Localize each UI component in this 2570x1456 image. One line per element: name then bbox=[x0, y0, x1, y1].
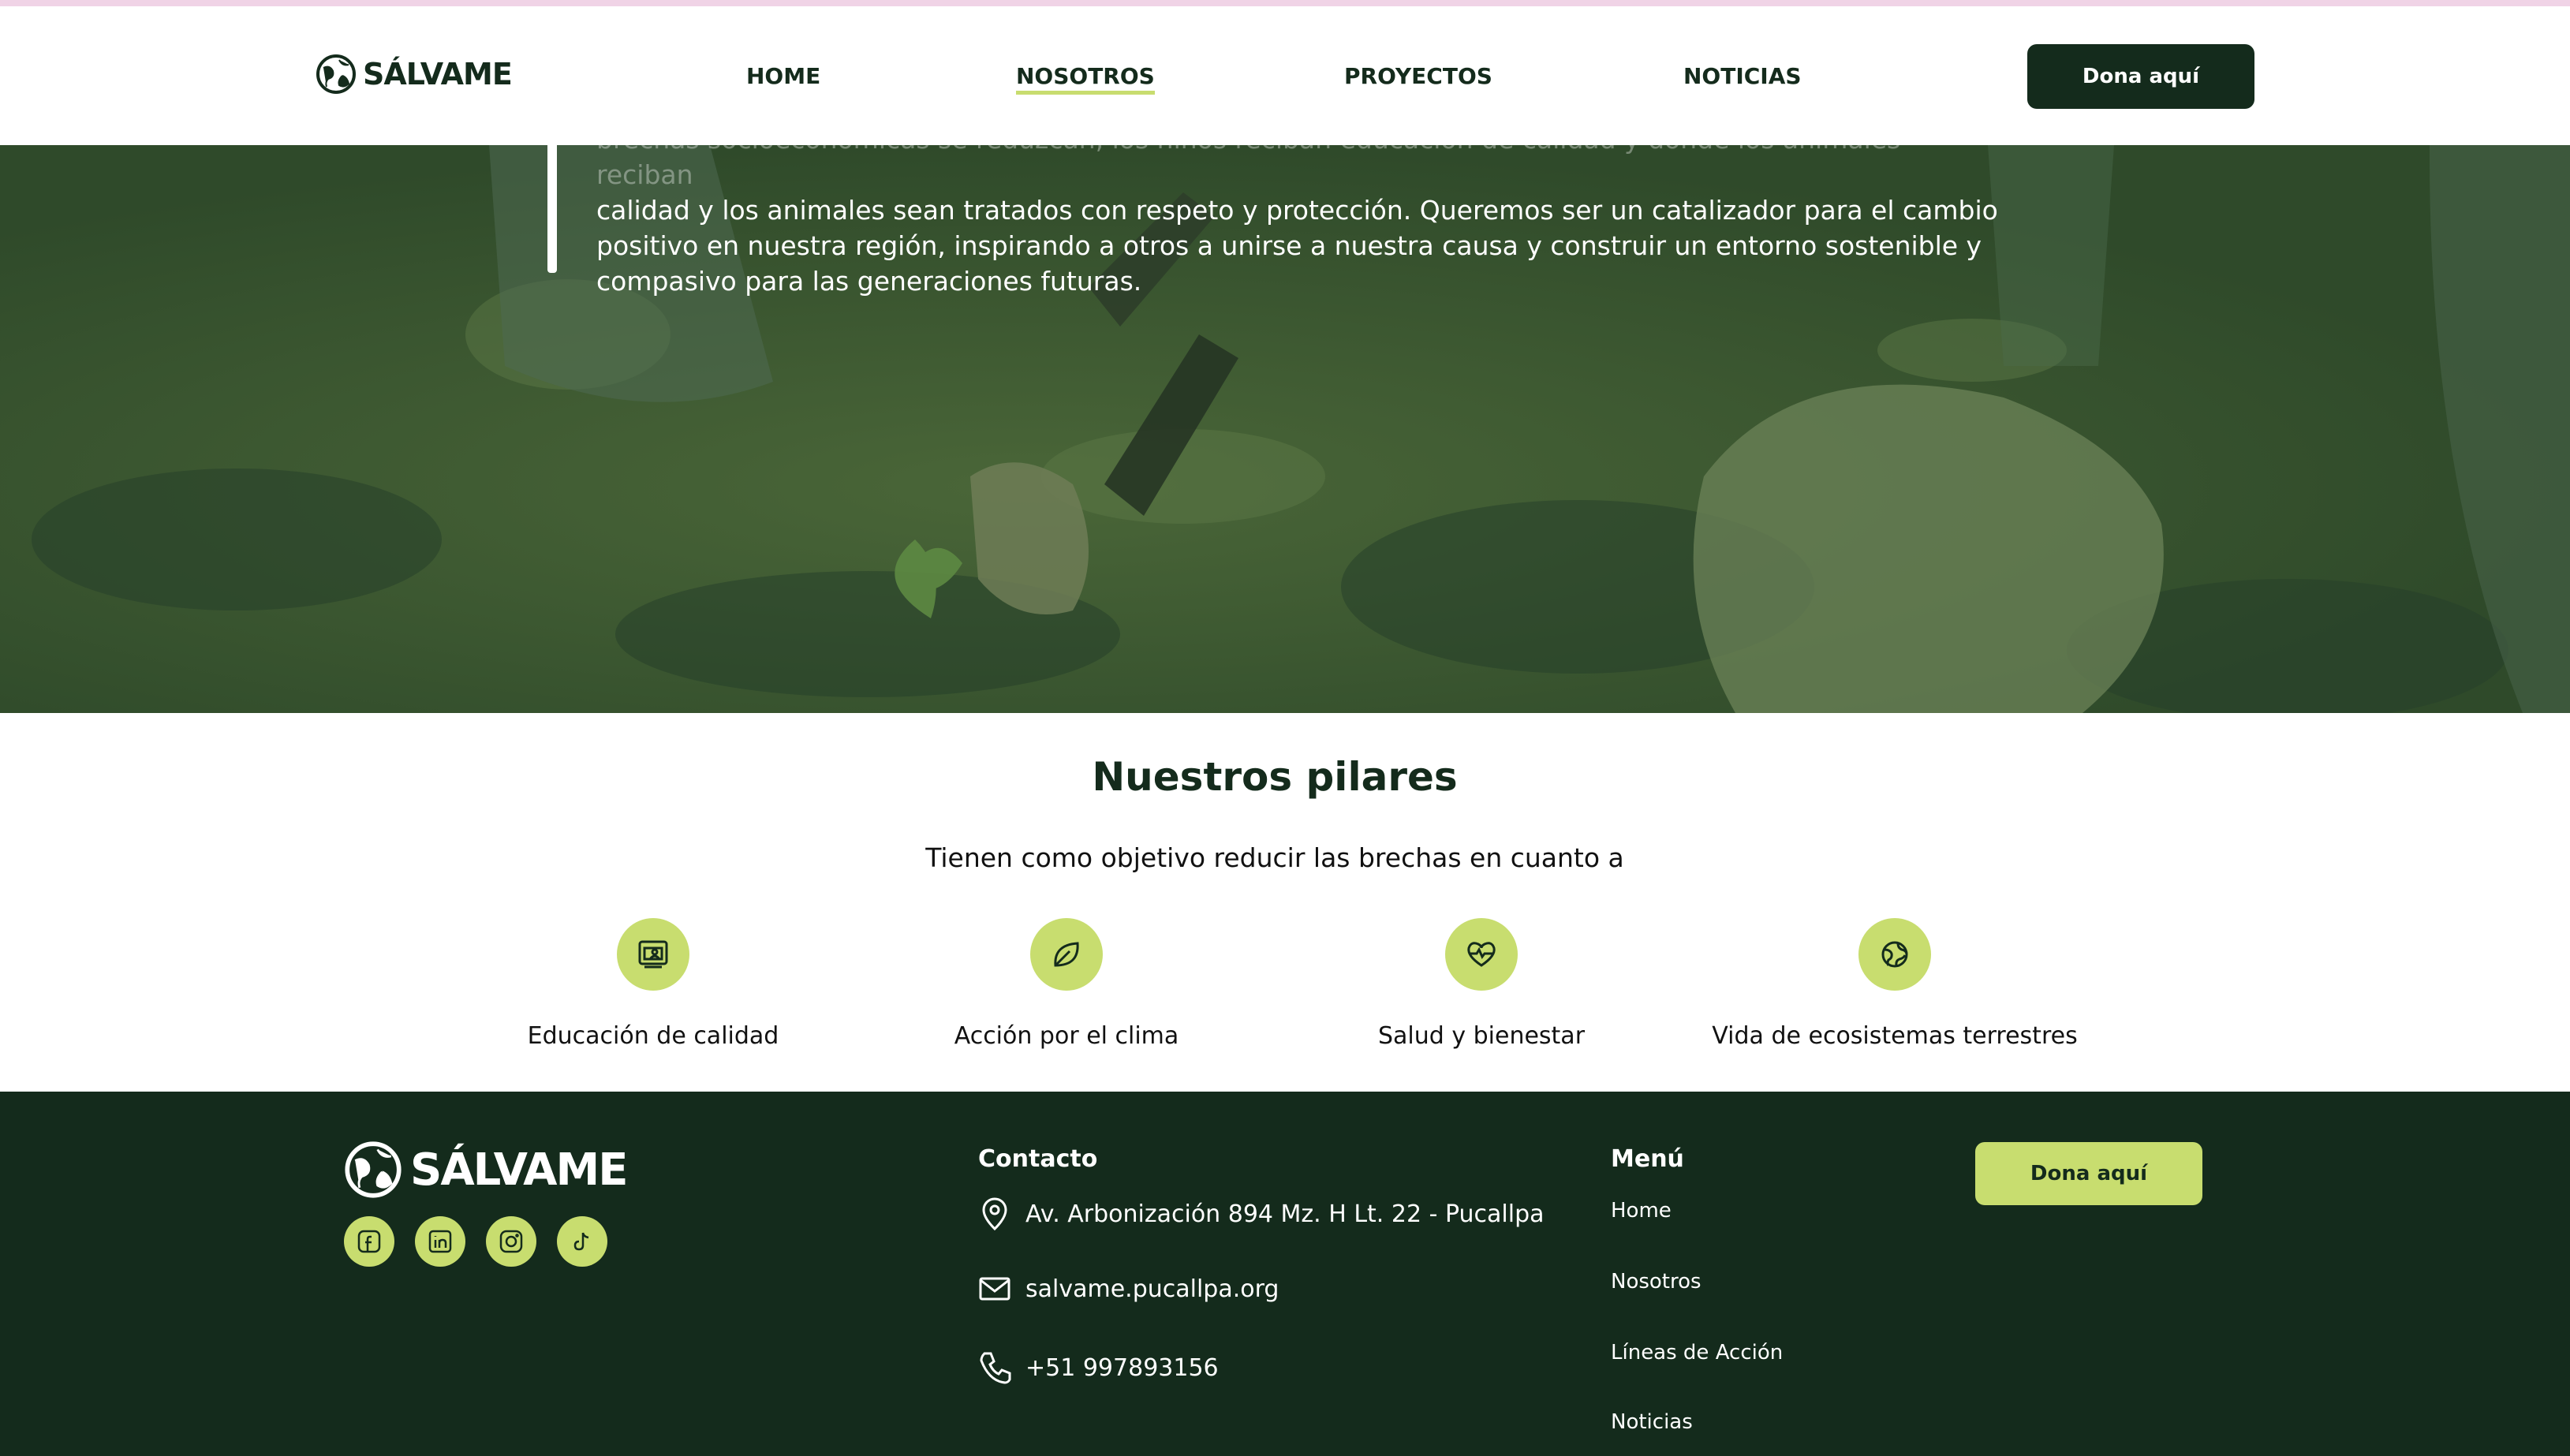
hero-section: brechas socioeconómicas se reduzcan, los… bbox=[0, 145, 2570, 713]
facebook-icon[interactable] bbox=[344, 1216, 394, 1267]
donate-button[interactable]: Dona aquí bbox=[2027, 44, 2254, 109]
pillar-education: Educación de calidad bbox=[456, 918, 850, 1050]
pillar-climate: Acción por el clima bbox=[869, 918, 1264, 1050]
contact-address: Av. Arbonización 894 Mz. H Lt. 22 - Puca… bbox=[978, 1196, 1545, 1232]
site-footer: SÁLVAME Contacto Av. Arbonización 894 Mz… bbox=[0, 1092, 2570, 1456]
nav-proyectos[interactable]: PROYECTOS bbox=[1344, 63, 1492, 89]
pillar-label: Acción por el clima bbox=[954, 1022, 1179, 1050]
tiktok-icon[interactable] bbox=[557, 1216, 607, 1267]
globe-logo-icon bbox=[345, 1141, 402, 1198]
nav-nosotros[interactable]: NOSOTROS bbox=[1016, 63, 1155, 95]
menu-heading: Menú bbox=[1611, 1145, 1684, 1173]
heart-pulse-icon bbox=[1445, 918, 1518, 991]
pillar-label: Vida de ecosistemas terrestres bbox=[1712, 1022, 2078, 1050]
pillars-subtitle: Tienen como objetivo reducir las brechas… bbox=[925, 842, 1624, 873]
site-header: SÁLVAME HOME NOSOTROS PROYECTOS NOTICIAS… bbox=[0, 6, 2570, 145]
footer-menu-home[interactable]: Home bbox=[1611, 1199, 1672, 1223]
email-text: salvame.pucallpa.org bbox=[1025, 1275, 1279, 1303]
quote-bar bbox=[547, 145, 557, 273]
pillars-title: Nuestros pilares bbox=[1092, 754, 1458, 800]
pillar-label: Salud y bienestar bbox=[1377, 1022, 1586, 1050]
location-pin-icon bbox=[982, 1197, 1007, 1231]
hero-text-visible: calidad y los animales sean tratados con… bbox=[596, 195, 1998, 297]
globe-icon bbox=[1858, 918, 1931, 991]
address-text: Av. Arbonización 894 Mz. H Lt. 22 - Puca… bbox=[1025, 1200, 1545, 1228]
phone-text: +51 997893156 bbox=[1025, 1353, 1219, 1382]
linkedin-icon[interactable] bbox=[415, 1216, 465, 1267]
social-links bbox=[344, 1216, 607, 1267]
footer-brand-name: SÁLVAME bbox=[410, 1144, 629, 1196]
education-icon bbox=[617, 918, 689, 991]
contact-email[interactable]: salvame.pucallpa.org bbox=[978, 1275, 1279, 1303]
hero-text-faded: brechas socioeconómicas se reduzcan, los… bbox=[596, 145, 1900, 190]
footer-menu-lineas-de-accion[interactable]: Líneas de Acción bbox=[1611, 1341, 1783, 1365]
leaf-icon bbox=[1030, 918, 1103, 991]
hero-paragraph: brechas socioeconómicas se reduzcan, los… bbox=[596, 145, 2000, 299]
mail-icon bbox=[979, 1277, 1010, 1301]
top-accent-line bbox=[0, 0, 2570, 6]
pillar-label: Educación de calidad bbox=[527, 1022, 779, 1050]
globe-logo-icon bbox=[316, 54, 356, 94]
header-logo[interactable]: SÁLVAME bbox=[316, 54, 513, 95]
brand-name: SÁLVAME bbox=[363, 57, 513, 91]
phone-icon bbox=[980, 1352, 1011, 1384]
footer-logo[interactable]: SÁLVAME bbox=[344, 1141, 629, 1199]
instagram-icon[interactable] bbox=[486, 1216, 536, 1267]
footer-donate-button[interactable]: Dona aquí bbox=[1975, 1142, 2202, 1205]
contact-heading: Contacto bbox=[978, 1145, 1098, 1173]
nav-noticias[interactable]: NOTICIAS bbox=[1683, 63, 1802, 89]
contact-phone[interactable]: +51 997893156 bbox=[978, 1350, 1219, 1385]
nav-home[interactable]: HOME bbox=[746, 63, 820, 89]
footer-menu-noticias[interactable]: Noticias bbox=[1611, 1410, 1693, 1434]
footer-menu-nosotros[interactable]: Nosotros bbox=[1611, 1270, 1702, 1294]
pillar-health: Salud y bienestar bbox=[1284, 918, 1679, 1050]
pillar-ecosystems: Vida de ecosistemas terrestres bbox=[1698, 918, 2092, 1050]
